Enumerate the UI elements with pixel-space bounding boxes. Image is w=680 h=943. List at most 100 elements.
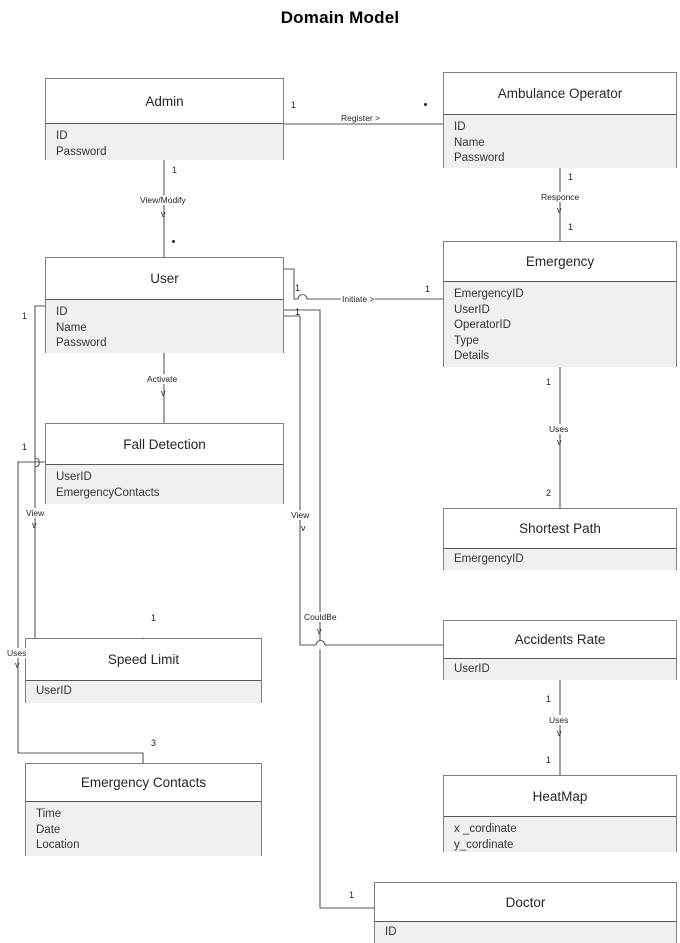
multiplicity-operator-left-dot xyxy=(424,103,427,106)
entity-speed-limit-attributes: UserID xyxy=(26,681,261,703)
edge-view-speed-hop xyxy=(34,457,41,468)
multiplicity-admin-right: 1 xyxy=(291,100,297,110)
entity-admin-title: Admin xyxy=(46,79,283,124)
attribute: EmergencyID xyxy=(454,553,524,565)
attribute: ID xyxy=(454,121,466,133)
entity-doctor[interactable]: Doctor ID xyxy=(374,882,677,943)
attribute: y_cordinate xyxy=(454,838,514,851)
arrow-couldbe: v xyxy=(317,626,322,636)
entity-emergency-contacts-title: Emergency Contacts xyxy=(26,764,261,802)
entity-user-title: User xyxy=(46,258,283,300)
attribute: Type xyxy=(454,334,479,347)
multiplicity-emgcontacts-top: 3 xyxy=(151,738,157,748)
attribute: ID xyxy=(56,306,68,318)
entity-accidents-rate-title: Accidents Rate xyxy=(444,621,676,659)
entity-heatmap-attributes: x _cordinate y_cordinate xyxy=(444,817,676,852)
entity-shortest-path[interactable]: Shortest Path EmergencyID xyxy=(443,508,677,570)
attribute: UserID xyxy=(454,663,490,675)
multiplicity-emergency-bottom: 1 xyxy=(546,377,552,387)
edge-couldbe xyxy=(283,309,321,641)
multiplicity-user-top-dot xyxy=(172,240,175,243)
multiplicity-user-right-lower: 1 xyxy=(295,307,301,317)
attribute: Password xyxy=(454,152,505,164)
edge-label-view-left: View xyxy=(25,508,46,518)
multiplicity-user-left-speed: 1 xyxy=(22,311,28,321)
attribute: Password xyxy=(56,145,107,158)
entity-emergency-attributes: EmergencyID UserID OperatorID Type Detai… xyxy=(444,282,676,367)
multiplicity-shortestpath-top: 2 xyxy=(546,488,552,498)
arrow-view-modify: v xyxy=(161,209,166,219)
attribute: Time xyxy=(36,808,62,820)
attribute: UserID xyxy=(36,685,72,697)
arrow-responce: v xyxy=(557,205,562,215)
entity-fall-detection[interactable]: Fall Detection UserID EmergencyContacts xyxy=(45,423,284,504)
edge-label-couldbe: CouldBe xyxy=(303,612,338,622)
entity-accidents-rate-attributes: UserID xyxy=(444,659,676,680)
entity-ambulance-operator-attributes: ID Name Password xyxy=(444,115,676,168)
multiplicity-doctor-left: 1 xyxy=(349,890,355,900)
edge-label-activate: Activate xyxy=(146,374,179,384)
arrow-uses-heatmap: v xyxy=(557,728,562,738)
edge-label-view-mid: View xyxy=(290,510,311,520)
attribute: ID xyxy=(56,130,68,142)
entity-shortest-path-title: Shortest Path xyxy=(444,509,676,549)
multiplicity-emergency-top: 1 xyxy=(568,222,574,232)
attribute: EmergencyID xyxy=(454,288,524,300)
edge-label-responce: Responce xyxy=(540,192,581,202)
entity-fall-detection-title: Fall Detection xyxy=(46,424,283,465)
page-title: Domain Model xyxy=(280,8,400,27)
multiplicity-user-right-initiate: 1 xyxy=(295,283,301,293)
attribute: ID xyxy=(385,926,397,938)
entity-accidents-rate[interactable]: Accidents Rate UserID xyxy=(443,620,677,680)
edge-view-accidents-hop xyxy=(315,639,326,646)
edge-initiate-hop xyxy=(297,293,308,300)
arrow-uses-shortest-path: v xyxy=(557,437,562,447)
arrow-view-mid: v xyxy=(301,523,306,533)
arrow-uses-left: v xyxy=(15,660,20,670)
multiplicity-admin-bottom: 1 xyxy=(172,165,178,175)
entity-ambulance-operator-title: Ambulance Operator xyxy=(444,73,676,115)
multiplicity-operator-bottom: 1 xyxy=(568,172,574,182)
multiplicity-falldet-left: 1 xyxy=(22,442,28,452)
entity-heatmap-title: HeatMap xyxy=(444,776,676,817)
attribute: Name xyxy=(454,136,485,149)
entity-user[interactable]: User ID Name Password xyxy=(45,257,284,353)
domain-model-diagram: Domain Model Admin ID Password Ambulance… xyxy=(0,0,680,943)
multiplicity-accidents-bottom: 1 xyxy=(546,694,552,704)
multiplicity-emergency-left: 1 xyxy=(425,284,431,294)
attribute: x _cordinate xyxy=(454,823,517,835)
multiplicity-speedlimit-top: 1 xyxy=(151,613,157,623)
entity-speed-limit[interactable]: Speed Limit UserID xyxy=(25,638,262,703)
edge-label-uses-shortest-path: Uses xyxy=(548,424,570,434)
attribute: UserID xyxy=(454,303,490,316)
entity-doctor-attributes: ID xyxy=(375,922,676,943)
entity-admin-attributes: ID Password xyxy=(46,124,283,160)
attribute: Location xyxy=(36,839,80,851)
edge-couldbe-b xyxy=(319,649,375,909)
attribute: EmergencyContacts xyxy=(56,486,160,499)
entity-emergency-title: Emergency xyxy=(444,242,676,282)
attribute: Password xyxy=(56,337,107,349)
arrow-view-left: v xyxy=(32,520,37,530)
edge-label-initiate: Initiate > xyxy=(341,294,376,304)
attribute: Date xyxy=(36,823,61,836)
entity-emergency-contacts-attributes: Time Date Location xyxy=(26,802,261,856)
entity-heatmap[interactable]: HeatMap x _cordinate y_cordinate xyxy=(443,775,677,852)
entity-shortest-path-attributes: EmergencyID xyxy=(444,549,676,570)
attribute: Name xyxy=(56,321,87,334)
edge-view-accidents xyxy=(283,315,317,646)
entity-admin[interactable]: Admin ID Password xyxy=(45,78,284,160)
entity-doctor-title: Doctor xyxy=(375,883,676,922)
entity-emergency[interactable]: Emergency EmergencyID UserID OperatorID … xyxy=(443,241,677,367)
edge-label-view-modify: View/Modify xyxy=(139,195,187,205)
entity-fall-detection-attributes: UserID EmergencyContacts xyxy=(46,465,283,504)
attribute: OperatorID xyxy=(454,319,511,331)
multiplicity-heatmap-top: 1 xyxy=(546,755,552,765)
attribute: Details xyxy=(454,350,490,362)
entity-ambulance-operator[interactable]: Ambulance Operator ID Name Password xyxy=(443,72,677,168)
entity-user-attributes: ID Name Password xyxy=(46,300,283,353)
entity-speed-limit-title: Speed Limit xyxy=(26,639,261,681)
arrow-activate: v xyxy=(161,388,166,398)
edge-label-uses-heatmap: Uses xyxy=(548,715,570,725)
entity-emergency-contacts[interactable]: Emergency Contacts Time Date Location xyxy=(25,763,262,856)
